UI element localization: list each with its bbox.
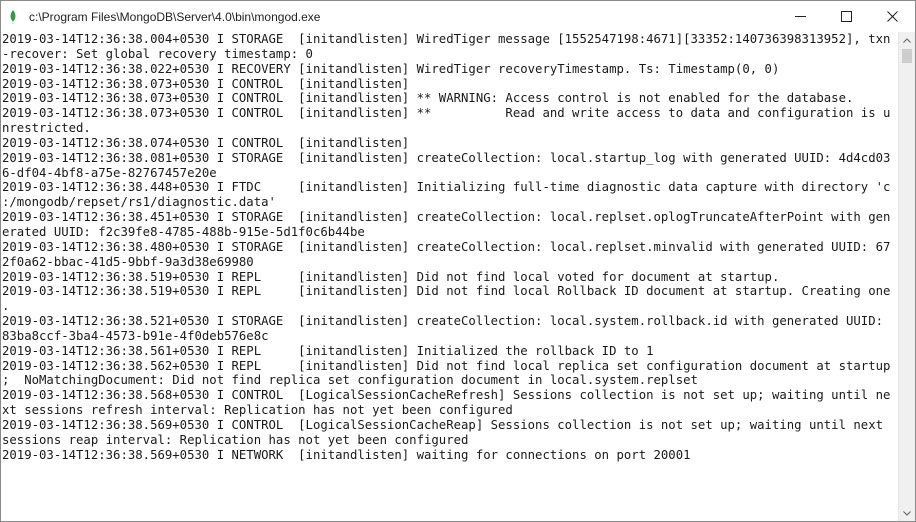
chevron-up-icon <box>903 37 911 43</box>
console-line: 2019-03-14T12:36:38.519+0530 I REPL [ini… <box>2 284 891 299</box>
console-line: 2019-03-14T12:36:38.569+0530 I CONTROL [… <box>2 417 883 432</box>
console-line: 2019-03-14T12:36:38.569+0530 I NETWORK [… <box>2 447 691 462</box>
console-line: 2019-03-14T12:36:38.480+0530 I STORAGE [… <box>2 239 891 254</box>
console-line: 2019-03-14T12:36:38.568+0530 I CONTROL [… <box>2 388 891 403</box>
console-line: 2019-03-14T12:36:38.519+0530 I REPL [ini… <box>2 269 780 284</box>
scroll-up-button[interactable] <box>899 32 915 48</box>
console-window: c:\Program Files\MongoDB\Server\4.0\bin\… <box>0 0 916 522</box>
console-line: 83ba8ccf-3ba4-4573-b91e-4f0deb576e8c <box>2 328 269 343</box>
console-line: 2019-03-14T12:36:38.073+0530 I CONTROL [… <box>2 91 854 106</box>
console-line: 2019-03-14T12:36:38.521+0530 I STORAGE [… <box>2 314 883 329</box>
console-line: 2019-03-14T12:36:38.081+0530 I STORAGE [… <box>2 150 891 165</box>
console-line: xt sessions refresh interval: Replicatio… <box>2 403 513 418</box>
console-line: 2019-03-14T12:36:38.073+0530 I CONTROL [… <box>2 106 891 121</box>
console-line: :/mongodb/repset/rs1/diagnostic.data' <box>2 195 276 210</box>
console-line: erated UUID: f2c39fe8-4785-488b-915e-5d1… <box>2 224 365 239</box>
title-bar[interactable]: c:\Program Files\MongoDB\Server\4.0\bin\… <box>1 1 915 32</box>
console-line: . <box>2 299 10 314</box>
window-title: c:\Program Files\MongoDB\Server\4.0\bin\… <box>29 9 321 24</box>
window-controls <box>777 1 915 32</box>
vertical-scrollbar[interactable] <box>898 32 915 521</box>
console-line: 2019-03-14T12:36:38.022+0530 I RECOVERY … <box>2 61 780 76</box>
maximize-button[interactable] <box>823 1 869 32</box>
chevron-down-icon <box>903 510 911 516</box>
console-line: 2f0a62-bbac-41d5-9bbf-9a3d38e69980 <box>2 254 254 269</box>
scroll-down-button[interactable] <box>899 505 915 521</box>
console-line: 2019-03-14T12:36:38.074+0530 I CONTROL [… <box>2 135 410 150</box>
console-line: 2019-03-14T12:36:38.562+0530 I REPL [ini… <box>2 358 891 373</box>
console-line: 6-df04-4bf8-a75e-82767457e20e <box>2 165 217 180</box>
mongodb-leaf-icon <box>9 9 23 24</box>
console-line: nrestricted. <box>2 121 91 136</box>
console-line: 2019-03-14T12:36:38.451+0530 I STORAGE [… <box>2 210 891 225</box>
close-icon <box>886 11 898 22</box>
minimize-icon <box>794 16 806 17</box>
scrollbar-thumb[interactable] <box>902 49 912 63</box>
console-line: 2019-03-14T12:36:38.073+0530 I CONTROL [… <box>2 76 410 91</box>
console-output[interactable]: 2019-03-14T12:36:38.004+0530 I STORAGE [… <box>1 32 899 521</box>
maximize-icon <box>840 11 852 22</box>
console-line: sessions reap interval: Replication has … <box>2 432 469 447</box>
close-button[interactable] <box>869 1 915 32</box>
console-line: ; NoMatchingDocument: Did not find repli… <box>2 373 698 388</box>
minimize-button[interactable] <box>777 1 823 32</box>
console-line: 2019-03-14T12:36:38.004+0530 I STORAGE [… <box>2 32 891 46</box>
console-line: -recover: Set global recovery timestamp:… <box>2 46 313 61</box>
console-line: 2019-03-14T12:36:38.448+0530 I FTDC [ini… <box>2 180 891 195</box>
console-line: 2019-03-14T12:36:38.561+0530 I REPL [ini… <box>2 343 654 358</box>
